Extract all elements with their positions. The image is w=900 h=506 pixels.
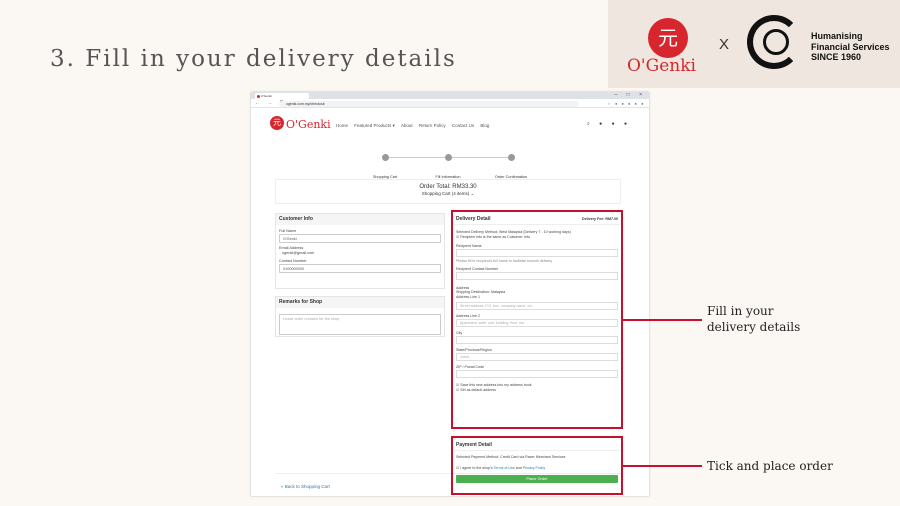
site-menu: Home Featured Products ▾ About Return Po… bbox=[336, 123, 494, 129]
extension-icons[interactable]: ☆ ● ● ● ● ● bbox=[607, 101, 645, 106]
remarks-card: Remarks for Shop Leave order remarks for… bbox=[275, 296, 445, 337]
full-name-label: Full Name bbox=[279, 229, 297, 233]
order-summary: Order Total: RM33.30 Shopping Cart (4 it… bbox=[275, 179, 621, 204]
back-to-cart-link[interactable]: « Back to Shopping Cart bbox=[281, 484, 330, 489]
payment-pointer-line bbox=[623, 465, 702, 467]
order-callout: Tick and place order bbox=[707, 459, 833, 473]
step-dot bbox=[381, 154, 389, 161]
tagline-line: SINCE 1960 bbox=[811, 52, 862, 62]
menu-item-return-policy[interactable]: Return Policy bbox=[419, 123, 446, 128]
menu-item-home[interactable]: Home bbox=[336, 123, 348, 128]
delivery-highlight-box bbox=[451, 210, 623, 429]
contact-label: Contact Number bbox=[279, 259, 307, 263]
ogenki-wordmark: O'Genki bbox=[627, 56, 696, 76]
menu-item-blog[interactable]: Blog bbox=[480, 123, 489, 128]
remarks-textarea[interactable]: Leave order remarks for the shop bbox=[279, 314, 441, 335]
header-icons[interactable]: ⌕ ● ● ● bbox=[587, 121, 631, 127]
callout-line: delivery details bbox=[707, 320, 801, 334]
contact-number-input[interactable]: 0100000000 bbox=[279, 264, 441, 273]
checkout-steps: Shopping Cart Fill Information Order Con… bbox=[371, 154, 527, 179]
site-logo-text[interactable]: O'Genki bbox=[286, 118, 331, 131]
delivery-pointer-line bbox=[623, 319, 702, 321]
menu-item-contact[interactable]: Contact Us bbox=[452, 123, 474, 128]
address-bar: ← → C ogenki.com.my/checkout ☆ ● ● ● ● ● bbox=[251, 99, 649, 108]
callout-line: Fill in your bbox=[707, 304, 774, 318]
site-header: 元 O'Genki Home Featured Products ▾ About… bbox=[251, 113, 649, 135]
slide-title: 3. Fill in your delivery details bbox=[50, 46, 457, 72]
payment-highlight-box bbox=[451, 436, 623, 495]
menu-item-about[interactable]: About bbox=[401, 123, 413, 128]
customer-info-card: Customer Info Full Name O'Genki Email Ad… bbox=[275, 213, 445, 289]
delivery-callout: Fill in your delivery details bbox=[707, 303, 800, 335]
ogenki-logo-icon: 元 bbox=[648, 18, 688, 58]
full-name-input[interactable]: O'Genki bbox=[279, 234, 441, 243]
tagline-line: Humanising bbox=[811, 31, 863, 41]
collab-separator: X bbox=[719, 36, 730, 53]
step-dot bbox=[444, 154, 452, 161]
customer-info-heading: Customer Info bbox=[276, 214, 444, 225]
url-input[interactable]: ogenki.com.my/checkout bbox=[279, 100, 579, 107]
order-total: Order Total: RM33.30 bbox=[419, 184, 477, 190]
cart-items-toggle[interactable]: Shopping Cart (4 items) ⌄ bbox=[276, 191, 620, 197]
remarks-heading: Remarks for Shop bbox=[276, 297, 444, 308]
tagline-line: Financial Services bbox=[811, 41, 890, 52]
email-value: ogenki@gmail.com bbox=[282, 251, 315, 255]
partner-logo-inner-icon bbox=[763, 29, 789, 55]
site-logo-icon[interactable]: 元 bbox=[270, 116, 284, 130]
menu-item-featured[interactable]: Featured Products ▾ bbox=[354, 123, 395, 128]
partner-tagline: Humanising Financial Services SINCE 1960 bbox=[811, 31, 890, 63]
window-controls[interactable]: – □ × bbox=[615, 92, 647, 98]
tab-bar: O'Genki – □ × bbox=[251, 92, 649, 99]
step-dot bbox=[507, 154, 515, 161]
